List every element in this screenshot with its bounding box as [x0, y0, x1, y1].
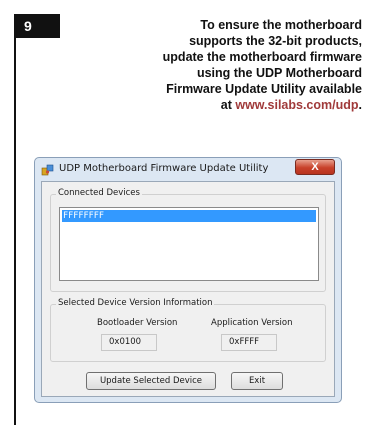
instruction-line: update the motherboard firmware	[162, 50, 362, 64]
window-client-area: Connected Devices FFFFFFFF Selected Devi…	[41, 181, 335, 397]
instruction-line: To ensure the motherboard	[200, 18, 362, 32]
motherboard-puzzle-icon	[41, 164, 54, 176]
version-info-group: Selected Device Version Information Boot…	[50, 298, 326, 362]
window-titlebar[interactable]: UDP Motherboard Firmware Update Utility …	[35, 158, 341, 180]
device-list-item[interactable]: FFFFFFFF	[62, 210, 316, 222]
application-version-label: Application Version	[211, 318, 293, 328]
application-version-field: 0xFFFF	[221, 334, 277, 351]
instruction-line: supports the 32-bit products,	[189, 34, 362, 48]
bootloader-version-field: 0x0100	[101, 334, 157, 351]
connected-devices-group: Connected Devices FFFFFFFF	[50, 188, 326, 292]
step-left-rule	[14, 38, 16, 425]
window-close-button[interactable]: X	[295, 159, 335, 175]
instruction-line: Firmware Update Utility available	[166, 82, 362, 96]
exit-button[interactable]: Exit	[231, 372, 283, 390]
instruction-line: at www.silabs.com/udp.	[82, 97, 362, 113]
device-listbox[interactable]: FFFFFFFF	[59, 207, 319, 281]
update-selected-device-button[interactable]: Update Selected Device	[86, 372, 216, 390]
bootloader-version-label: Bootloader Version	[97, 318, 178, 328]
close-icon: X	[311, 161, 319, 173]
instruction-line: using the UDP Motherboard	[196, 66, 362, 80]
udp-url-link[interactable]: www.silabs.com/udp	[235, 98, 358, 112]
firmware-update-window: UDP Motherboard Firmware Update Utility …	[34, 157, 342, 403]
version-info-label: Selected Device Version Information	[56, 298, 215, 308]
instruction-line-suffix: .	[358, 98, 362, 112]
instruction-text: To ensure the motherboard supports the 3…	[82, 17, 362, 113]
connected-devices-label: Connected Devices	[56, 188, 142, 198]
step-number-badge: 9	[14, 14, 60, 38]
instruction-line-prefix: at	[220, 98, 236, 112]
window-title: UDP Motherboard Firmware Update Utility	[59, 163, 269, 174]
